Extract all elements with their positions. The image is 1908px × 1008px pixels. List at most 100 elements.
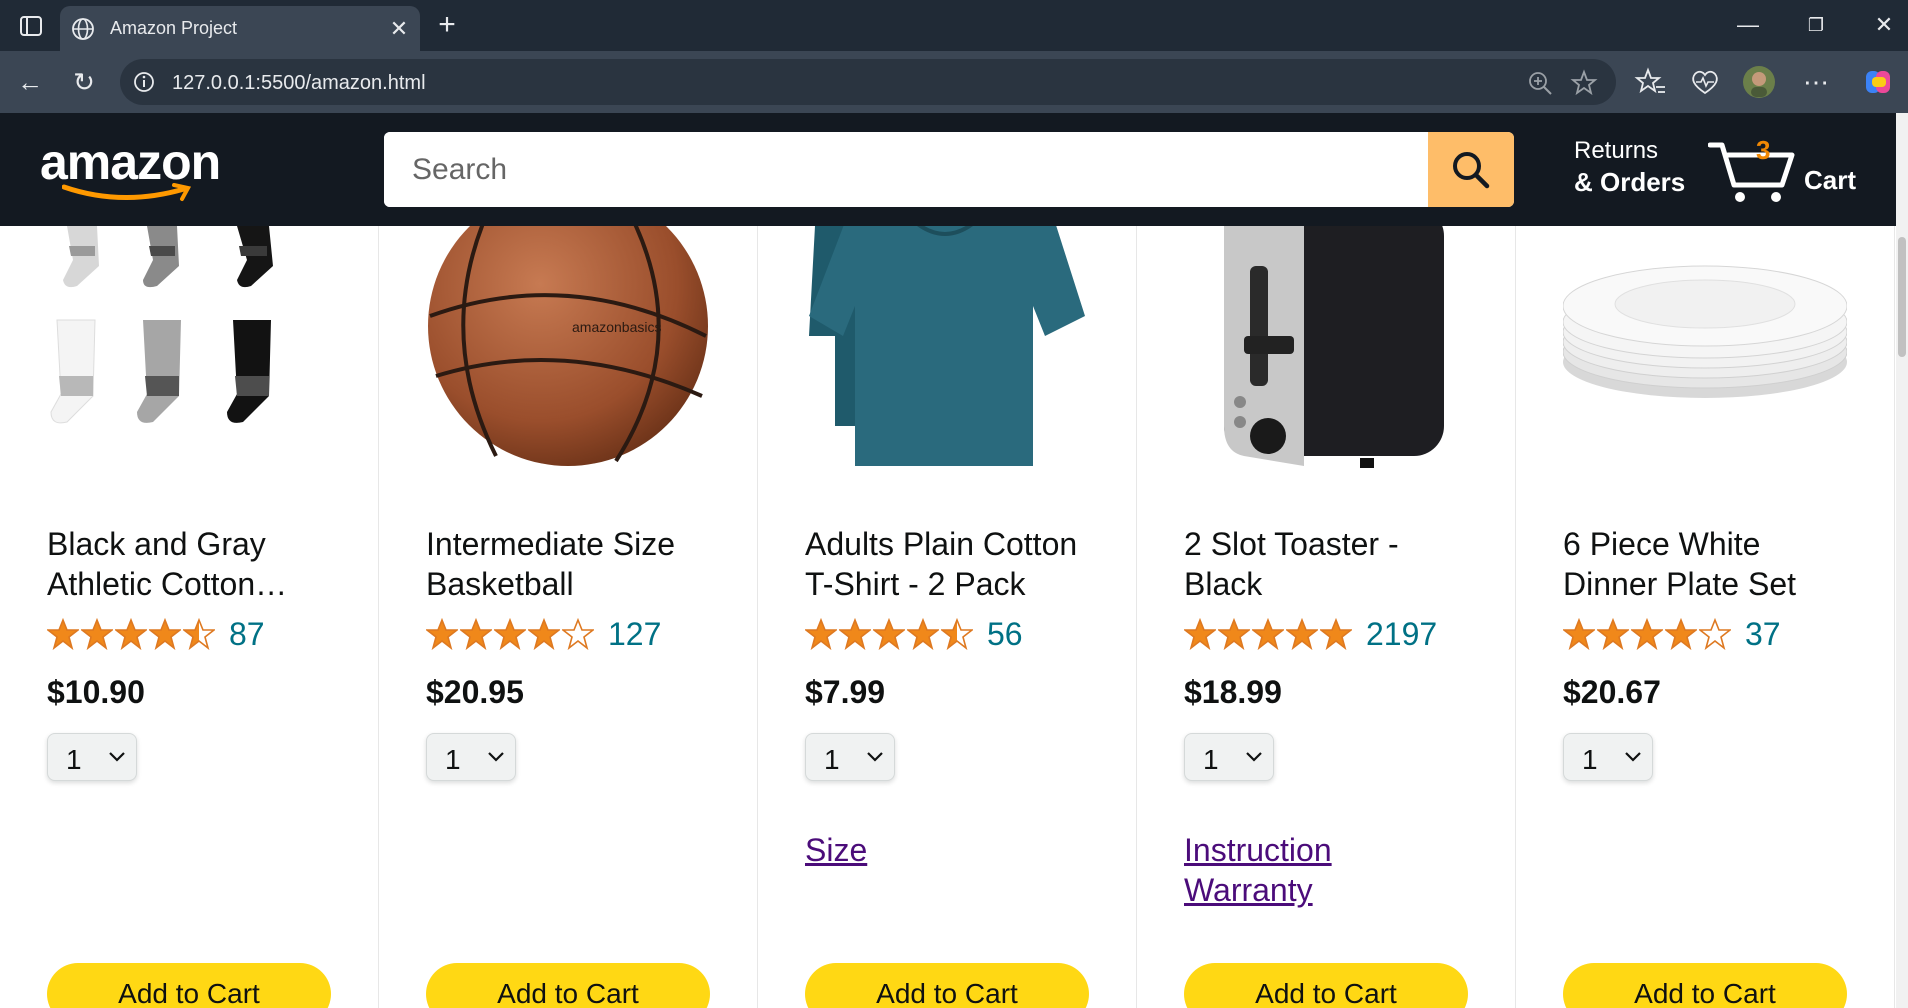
returns-orders-link[interactable]: Returns & Orders <box>1574 137 1685 198</box>
product-card: 6 Piece White Dinner Plate Set 37 $20.67… <box>1516 226 1895 1008</box>
quantity-value: 1 <box>445 744 461 775</box>
star-icon <box>149 618 181 650</box>
site-header: amazon Returns & Orders 3 Cart <box>0 113 1908 226</box>
star-icon <box>562 618 594 650</box>
star-icon <box>494 618 526 650</box>
more-menu-icon[interactable]: ⋯ <box>1796 62 1836 102</box>
add-to-cart-button[interactable]: Add to Cart <box>47 963 331 1008</box>
browser-tab-bar: Amazon Project ✕ + — ❐ ✕ <box>0 0 1908 51</box>
close-window-icon[interactable]: ✕ <box>1864 8 1904 42</box>
star-icon <box>839 618 871 650</box>
cart-link[interactable]: 3 Cart <box>1708 135 1908 205</box>
quantity-select[interactable]: 1 <box>47 733 137 781</box>
star-icon <box>460 618 492 650</box>
add-to-cart-button[interactable]: Add to Cart <box>426 963 710 1008</box>
tab-actions-icon[interactable] <box>18 13 44 39</box>
back-icon[interactable]: ← <box>10 62 50 102</box>
product-name: Adults Plain Cotton T-Shirt - 2 Pack <box>805 526 1078 602</box>
info-icon[interactable] <box>132 70 156 94</box>
refresh-icon[interactable]: ↻ <box>64 62 104 102</box>
product-price: $20.95 <box>426 674 524 710</box>
chevron-down-icon <box>1625 752 1641 762</box>
returns-label: Returns <box>1574 137 1659 164</box>
plates-image <box>1563 265 1847 398</box>
zoom-icon[interactable] <box>1526 69 1554 97</box>
instruction-link[interactable]: Instruction <box>1184 830 1332 870</box>
star-icon <box>1184 618 1216 650</box>
svg-text:amazonbasics: amazonbasics <box>572 319 662 335</box>
close-tab-icon[interactable]: ✕ <box>386 16 412 42</box>
product-price: $18.99 <box>1184 674 1282 710</box>
smile-arrow-icon <box>62 183 192 201</box>
health-heart-icon[interactable] <box>1688 65 1722 99</box>
add-to-cart-button[interactable]: Add to Cart <box>1563 963 1847 1008</box>
favorites-icon[interactable] <box>1634 65 1668 99</box>
size-chart-link[interactable]: Size <box>805 830 867 870</box>
cart-count: 3 <box>1756 135 1771 165</box>
tshirt-image <box>809 226 1085 466</box>
product-rating: 127 <box>426 614 661 654</box>
quantity-select[interactable]: 1 <box>805 733 895 781</box>
cart-label: Cart <box>1804 165 1857 195</box>
rating-stars <box>1563 618 1731 650</box>
product-extra-links: Size <box>805 830 867 870</box>
browser-tab[interactable]: Amazon Project ✕ <box>60 6 420 51</box>
star-icon <box>183 618 215 650</box>
minimize-icon[interactable]: — <box>1728 8 1768 42</box>
quantity-select[interactable]: 1 <box>1563 733 1653 781</box>
amazon-logo[interactable]: amazon <box>40 133 230 203</box>
product-rating: 87 <box>47 614 265 654</box>
rating-count-link[interactable]: 87 <box>229 616 265 653</box>
star-icon <box>805 618 837 650</box>
add-to-cart-button[interactable]: Add to Cart <box>1184 963 1468 1008</box>
search-bar <box>384 132 1514 207</box>
star-icon <box>426 618 458 650</box>
rating-count-link[interactable]: 127 <box>608 616 661 653</box>
profile-avatar[interactable] <box>1742 65 1776 99</box>
star-icon <box>1286 618 1318 650</box>
product-price: $10.90 <box>47 674 145 710</box>
cart-icon <box>1708 142 1795 202</box>
star-icon <box>907 618 939 650</box>
page-scrollbar[interactable] <box>1896 113 1908 1008</box>
warranty-link[interactable]: Warranty <box>1184 870 1332 910</box>
url-text: 127.0.0.1:5500/amazon.html <box>172 72 426 94</box>
product-name: Black and Gray Athletic Cotton Socks - 6… <box>47 526 266 602</box>
rating-stars <box>47 618 215 650</box>
product-extra-links: Instruction Warranty <box>1184 830 1332 910</box>
globe-icon <box>72 18 94 40</box>
rating-count-link[interactable]: 2197 <box>1366 616 1437 653</box>
scroll-thumb[interactable] <box>1898 237 1906 357</box>
star-icon <box>47 618 79 650</box>
orders-label: & Orders <box>1574 167 1686 197</box>
new-tab-button[interactable]: + <box>430 8 464 42</box>
star-icon <box>115 618 147 650</box>
product-price: $7.99 <box>805 674 886 710</box>
star-icon <box>528 618 560 650</box>
product-rating: 2197 <box>1184 614 1437 654</box>
chevron-down-icon <box>1246 752 1262 762</box>
quantity-value: 1 <box>66 744 82 775</box>
add-to-cart-button[interactable]: Add to Cart <box>805 963 1089 1008</box>
search-button[interactable] <box>1428 132 1514 207</box>
search-input[interactable] <box>384 132 1428 207</box>
sock-bottom-row <box>50 319 271 424</box>
socks-image <box>50 226 273 424</box>
copilot-icon[interactable] <box>1862 65 1896 99</box>
star-icon <box>1252 618 1284 650</box>
browser-nav-bar: ← ↻ 127.0.0.1:5500/amazon.html ⋯ <box>0 51 1908 113</box>
product-rating: 56 <box>805 614 1023 654</box>
quantity-select[interactable]: 1 <box>1184 733 1274 781</box>
star-icon <box>873 618 905 650</box>
restore-icon[interactable]: ❐ <box>1796 8 1836 42</box>
product-name: 6 Piece White Dinner Plate Set <box>1563 526 1797 602</box>
rating-count-link[interactable]: 56 <box>987 616 1023 653</box>
chevron-down-icon <box>488 752 504 762</box>
rating-stars <box>805 618 973 650</box>
rating-count-link[interactable]: 37 <box>1745 616 1781 653</box>
tab-title: Amazon Project <box>110 18 238 38</box>
star-icon <box>1631 618 1663 650</box>
favorite-star-icon[interactable] <box>1570 69 1598 97</box>
quantity-select[interactable]: 1 <box>426 733 516 781</box>
address-bar[interactable]: 127.0.0.1:5500/amazon.html <box>120 59 1616 105</box>
